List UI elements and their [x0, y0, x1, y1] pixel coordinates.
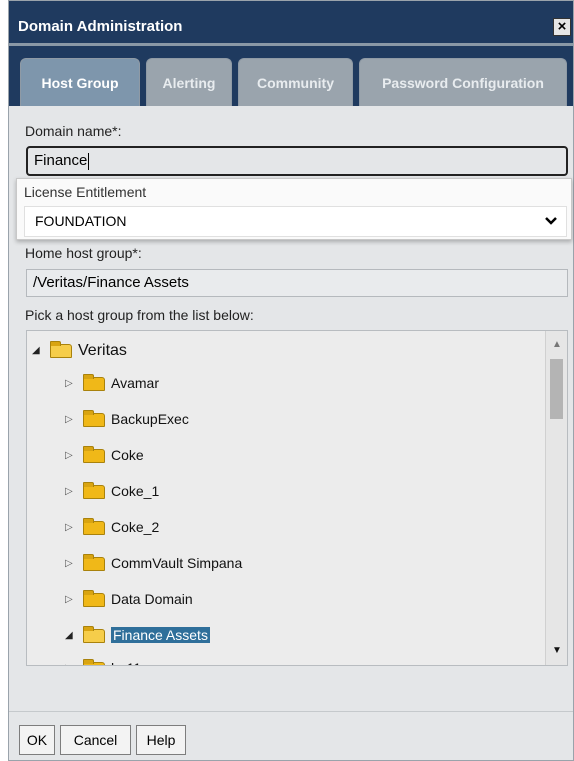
tree-node-label: Avamar: [111, 375, 159, 391]
tree-node-finance-assets[interactable]: ◢ Finance Assets: [65, 621, 210, 649]
open-folder-icon: [83, 626, 105, 644]
tree-node-hg11[interactable]: ▷ hg11: [65, 654, 141, 665]
open-folder-icon: [50, 341, 72, 359]
collapsed-triangle-icon[interactable]: ▷: [65, 406, 79, 434]
tab-password-configuration[interactable]: Password Configuration: [359, 58, 567, 106]
tree-node-label: CommVault Simpana: [111, 555, 243, 571]
domain-administration-dialog: Domain Administration × Host Group Alert…: [8, 0, 574, 761]
tree-node-label: hg11: [111, 660, 141, 665]
collapsed-triangle-icon[interactable]: ▷: [65, 655, 79, 665]
collapsed-triangle-icon[interactable]: ▷: [65, 514, 79, 542]
title-bar[interactable]: Domain Administration ×: [9, 1, 573, 46]
tree-node-label: Data Domain: [111, 591, 193, 607]
license-entitlement-value: FOUNDATION: [35, 213, 127, 229]
collapsed-triangle-icon[interactable]: ▷: [65, 586, 79, 614]
expanded-triangle-icon[interactable]: ◢: [65, 622, 79, 650]
help-button[interactable]: Help: [136, 725, 186, 755]
scrollbar-thumb[interactable]: [550, 359, 563, 419]
domain-name-label: Domain name*:: [25, 123, 122, 139]
collapsed-triangle-icon[interactable]: ▷: [65, 370, 79, 398]
folder-icon: [83, 446, 105, 464]
tree-node-coke[interactable]: ▷ Coke: [65, 441, 144, 469]
license-entitlement-label: License Entitlement: [24, 184, 147, 200]
chevron-down-icon: [544, 207, 558, 246]
license-entitlement-panel: License Entitlement FOUNDATION: [16, 178, 572, 240]
tab-alerting[interactable]: Alerting: [146, 58, 232, 106]
tree-node-data-domain[interactable]: ▷ Data Domain: [65, 585, 193, 613]
folder-icon: [83, 659, 105, 665]
tree-node-label: Coke_2: [111, 519, 160, 535]
cancel-button[interactable]: Cancel: [60, 725, 131, 755]
tree-node-coke-1[interactable]: ▷ Coke_1: [65, 477, 159, 505]
text-cursor: [88, 152, 90, 170]
tree-node-label: BackupExec: [111, 411, 189, 427]
tree-node-avamar[interactable]: ▷ Avamar: [65, 369, 159, 397]
tree-node-veritas[interactable]: ◢ Veritas: [32, 336, 127, 364]
domain-name-value: Finance: [34, 152, 88, 169]
tree-node-commvault-simpana[interactable]: ▷ CommVault Simpana: [65, 549, 242, 577]
tree-scrollbar[interactable]: ▲ ▼: [545, 331, 567, 665]
home-host-group-label: Home host group*:: [25, 245, 142, 261]
collapsed-triangle-icon[interactable]: ▷: [65, 478, 79, 506]
collapsed-triangle-icon[interactable]: ▷: [65, 442, 79, 470]
folder-icon: [83, 482, 105, 500]
dialog-title: Domain Administration: [18, 18, 183, 35]
expanded-triangle-icon[interactable]: ◢: [32, 337, 46, 365]
tree-node-label: Coke_1: [111, 483, 160, 499]
tab-community[interactable]: Community: [238, 58, 353, 106]
license-entitlement-select[interactable]: FOUNDATION: [24, 206, 567, 237]
folder-icon: [83, 554, 105, 572]
host-group-tree[interactable]: ◢ Veritas ▷ Avamar ▷ BackupExec ▷ Coke ▷ Coke…: [26, 330, 568, 666]
ok-button[interactable]: OK: [19, 725, 55, 755]
scroll-down-arrow-icon[interactable]: ▼: [546, 641, 567, 661]
close-icon[interactable]: ×: [553, 18, 571, 36]
domain-name-input[interactable]: Finance: [26, 146, 568, 176]
divider: [9, 711, 573, 712]
folder-icon: [83, 374, 105, 392]
tree-node-backupexec[interactable]: ▷ BackupExec: [65, 405, 189, 433]
home-host-group-input[interactable]: /Veritas/Finance Assets: [26, 269, 568, 297]
folder-icon: [83, 590, 105, 608]
scroll-up-arrow-icon[interactable]: ▲: [546, 335, 567, 355]
tab-strip: Host Group Alerting Community Password C…: [9, 46, 573, 106]
folder-icon: [83, 518, 105, 536]
tree-node-coke-2[interactable]: ▷ Coke_2: [65, 513, 159, 541]
tree-node-label-selected: Finance Assets: [111, 627, 210, 643]
collapsed-triangle-icon[interactable]: ▷: [65, 550, 79, 578]
folder-icon: [83, 410, 105, 428]
tree-node-label: Coke: [111, 447, 144, 463]
tree-node-label: Veritas: [78, 342, 127, 359]
tab-host-group[interactable]: Host Group: [20, 58, 140, 106]
pick-host-group-label: Pick a host group from the list below:: [25, 307, 254, 323]
